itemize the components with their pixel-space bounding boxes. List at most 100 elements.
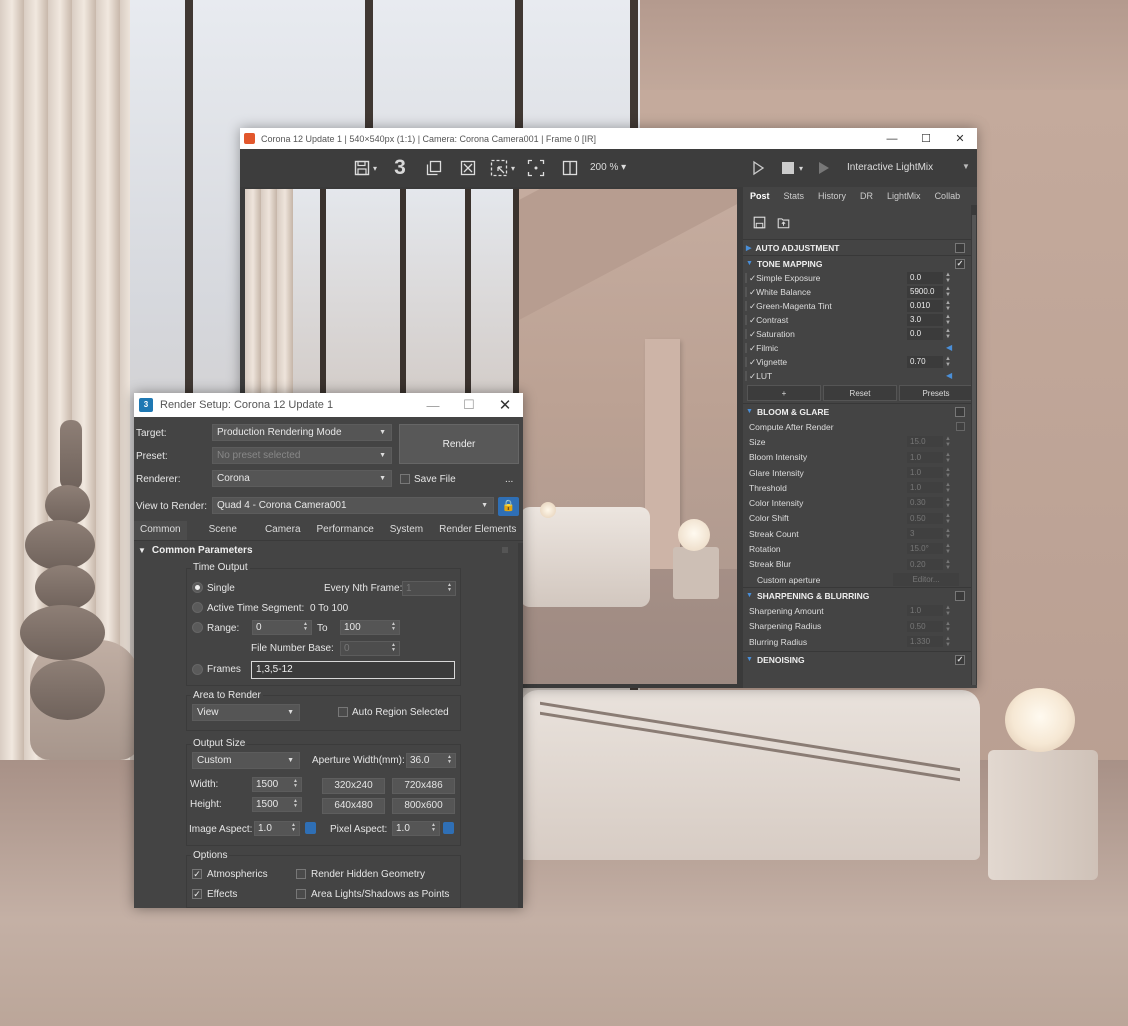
- panel-scrollbar[interactable]: [971, 205, 977, 685]
- pixel-aspect-lock-icon[interactable]: [443, 822, 454, 834]
- spinner-arrows-icon[interactable]: ▲ ▼: [945, 605, 951, 617]
- interactive-mode-label[interactable]: Interactive LightMix: [847, 162, 933, 173]
- tab-performance[interactable]: Performance: [311, 521, 380, 540]
- sharpening-value-input[interactable]: 1.330: [907, 635, 943, 647]
- tone-mapping-value-input[interactable]: 5900.0: [907, 286, 943, 298]
- view-to-render-dropdown[interactable]: Quad 4 - Corona Camera001 ▼: [212, 497, 494, 514]
- tone-mapping-checkbox[interactable]: ✓: [955, 259, 965, 269]
- tab-lightmix[interactable]: LightMix: [880, 191, 928, 201]
- save-icon[interactable]: [352, 158, 372, 178]
- expand-left-icon[interactable]: ◀: [946, 371, 952, 380]
- tone-mapping-value-input[interactable]: 0.70: [907, 356, 943, 368]
- compare-icon[interactable]: [560, 158, 580, 178]
- tab-history[interactable]: History: [811, 191, 853, 201]
- tab-render-elements[interactable]: Render Elements: [433, 521, 522, 540]
- close-button[interactable]: ✕: [943, 128, 977, 149]
- spinner-arrows-icon[interactable]: ▲ ▼: [945, 452, 951, 464]
- clear-icon[interactable]: [458, 158, 478, 178]
- aperture-editor-button[interactable]: Editor...: [893, 572, 959, 586]
- spinner-arrows-icon[interactable]: ▲ ▼: [945, 286, 951, 298]
- spinner-arrows-icon[interactable]: ▲ ▼: [945, 314, 951, 326]
- bloom-glare-value-input[interactable]: 0.30: [907, 497, 943, 509]
- region-render-icon[interactable]: [489, 158, 509, 178]
- range-start-spinner[interactable]: 0 ▲ ▼: [252, 620, 312, 635]
- minimize-button[interactable]: —: [875, 128, 909, 149]
- spinner-arrows-icon[interactable]: ▲ ▼: [945, 356, 951, 368]
- denoising-checkbox[interactable]: ✓: [955, 655, 965, 666]
- minimize-button[interactable]: —: [415, 398, 451, 413]
- spinner-arrows-icon[interactable]: ▲ ▼: [945, 497, 951, 509]
- sharpening-value-input[interactable]: 1.0: [907, 605, 943, 617]
- tab-camera[interactable]: Camera: [259, 521, 307, 540]
- expand-left-icon[interactable]: ◀: [946, 343, 952, 352]
- section-denoising[interactable]: ▼ DENOISING ✓: [743, 651, 977, 667]
- copy-icon[interactable]: [424, 158, 444, 178]
- section-sharpening-blurring[interactable]: ▼ SHARPENING & BLURRING: [743, 587, 977, 603]
- target-dropdown[interactable]: Production Rendering Mode ▼: [212, 424, 392, 441]
- presets-button[interactable]: Presets: [899, 385, 973, 401]
- chevron-down-icon[interactable]: ▼: [962, 162, 970, 171]
- dialog-scrollbar[interactable]: [518, 543, 523, 908]
- spinner-arrows-icon[interactable]: ▲ ▼: [945, 300, 951, 312]
- bloom-glare-value-input[interactable]: 15.0: [907, 436, 943, 448]
- section-auto-adjustment[interactable]: ▶ AUTO ADJUSTMENT: [743, 239, 977, 255]
- bloom-glare-value-input[interactable]: 0.50: [907, 512, 943, 524]
- bloom-glare-checkbox[interactable]: [955, 407, 965, 417]
- close-button[interactable]: ✕: [487, 396, 523, 414]
- spinner-arrows-icon[interactable]: ▲ ▼: [945, 328, 951, 340]
- image-aspect-lock-icon[interactable]: [305, 822, 316, 834]
- height-spinner[interactable]: 1500 ▲ ▼: [252, 797, 302, 812]
- pixel-aspect-spinner[interactable]: 1.0 ▲ ▼: [392, 821, 440, 836]
- tab-system[interactable]: System: [384, 521, 429, 540]
- every-nth-spinner[interactable]: 1 ▲ ▼: [402, 581, 456, 596]
- preset-800x600-button[interactable]: 800x600: [392, 798, 455, 814]
- frames-input[interactable]: 1,3,5-12: [251, 661, 455, 679]
- bloom-glare-value-input[interactable]: 15.0°: [907, 543, 943, 555]
- tab-common[interactable]: Common: [134, 521, 187, 540]
- common-parameters-rollout[interactable]: ▼ Common Parameters: [138, 545, 253, 556]
- lock-icon[interactable]: 🔒: [498, 497, 519, 516]
- preset-dropdown[interactable]: No preset selected ▼: [212, 447, 392, 464]
- bloom-glare-value-input[interactable]: 3: [907, 528, 943, 540]
- spinner-arrows-icon[interactable]: ▲ ▼: [945, 513, 951, 525]
- sharpening-checkbox[interactable]: [955, 591, 965, 602]
- spinner-arrows-icon[interactable]: ▲ ▼: [945, 482, 951, 494]
- tab-collab[interactable]: Collab: [928, 191, 968, 201]
- tone-mapping-value-input[interactable]: 0.010: [907, 300, 943, 312]
- spinner-arrows-icon[interactable]: ▲ ▼: [945, 621, 951, 633]
- save-file-checkbox[interactable]: [400, 474, 410, 484]
- range-end-spinner[interactable]: 100 ▲ ▼: [340, 620, 400, 635]
- spinner-arrows-icon[interactable]: ▲ ▼: [945, 467, 951, 479]
- bloom-glare-value-input[interactable]: 1.0: [907, 482, 943, 494]
- effects-checkbox[interactable]: ✓: [192, 889, 202, 899]
- bloom-glare-checkbox[interactable]: [956, 422, 965, 431]
- single-radio[interactable]: [192, 582, 203, 593]
- chevron-down-icon[interactable]: ▾: [508, 158, 518, 178]
- load-icon[interactable]: [775, 214, 791, 230]
- stop-icon[interactable]: [778, 158, 798, 178]
- area-dropdown[interactable]: View ▼: [192, 704, 300, 721]
- pick-focus-icon[interactable]: [526, 158, 546, 178]
- tab-dr[interactable]: DR: [853, 191, 880, 201]
- spinner-arrows-icon[interactable]: ▲ ▼: [945, 272, 951, 284]
- chevron-down-icon[interactable]: ▾: [796, 158, 806, 178]
- tab-post[interactable]: Post: [743, 191, 777, 201]
- bloom-glare-value-input[interactable]: 0.20: [907, 558, 943, 570]
- save-icon[interactable]: [751, 214, 767, 230]
- range-radio[interactable]: [192, 622, 203, 633]
- tone-mapping-value-input[interactable]: 0.0: [907, 328, 943, 340]
- file-number-spinner[interactable]: 0 ▲ ▼: [340, 641, 400, 656]
- section-bloom-glare[interactable]: ▼ BLOOM & GLARE: [743, 403, 977, 419]
- preset-320x240-button[interactable]: 320x240: [322, 778, 385, 794]
- maximize-button[interactable]: ☐: [909, 128, 943, 149]
- stats-number[interactable]: 3: [390, 156, 410, 179]
- aperture-width-spinner[interactable]: 36.0 ▲ ▼: [406, 753, 456, 768]
- spinner-arrows-icon[interactable]: ▲ ▼: [945, 559, 951, 571]
- render-hidden-checkbox[interactable]: [296, 869, 306, 879]
- bloom-glare-value-input[interactable]: 1.0: [907, 451, 943, 463]
- spinner-arrows-icon[interactable]: ▲ ▼: [945, 543, 951, 555]
- add-operator-button[interactable]: +: [747, 385, 821, 401]
- width-spinner[interactable]: 1500 ▲ ▼: [252, 777, 302, 792]
- atmospherics-checkbox[interactable]: ✓: [192, 869, 202, 879]
- zoom-level[interactable]: 200 % ▾: [590, 162, 626, 173]
